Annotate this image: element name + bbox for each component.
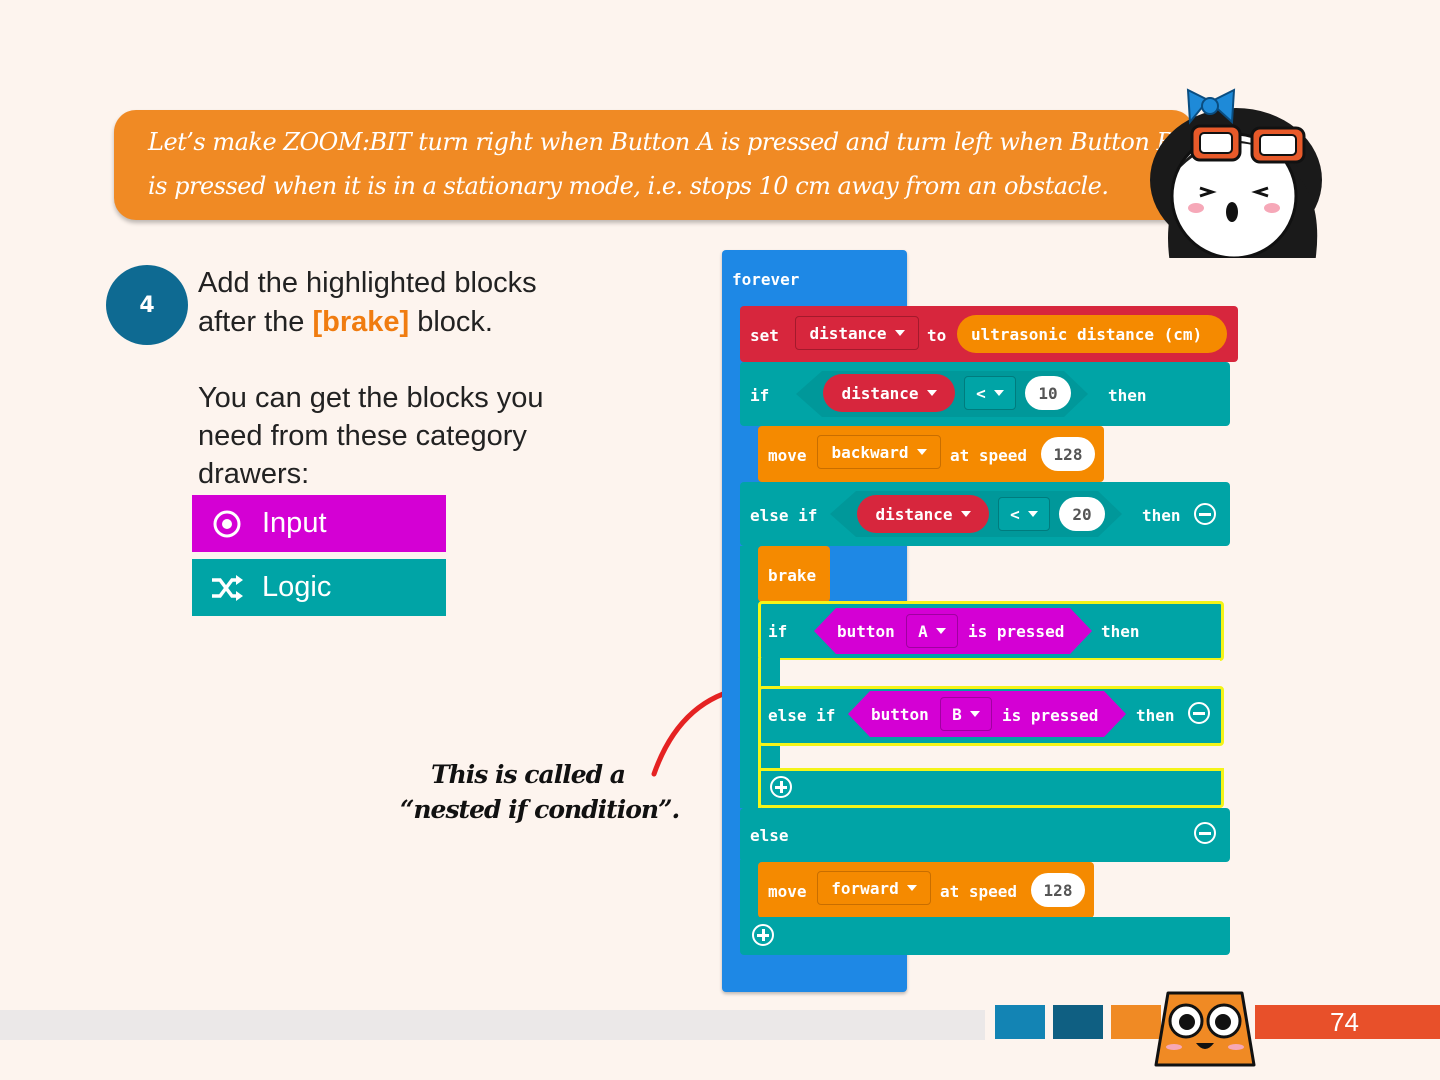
banner-line-1: Let’s make ZOOM:BIT turn right when Butt… bbox=[148, 128, 1174, 156]
footer-swatch-2 bbox=[1053, 1005, 1103, 1039]
else-label: else bbox=[750, 826, 789, 845]
operator-dropdown-2[interactable]: < bbox=[998, 497, 1050, 531]
button-a-dropdown[interactable]: A bbox=[906, 614, 958, 648]
operator-dropdown-1[interactable]: < bbox=[964, 376, 1016, 410]
step-paragraph-line-2: need from these category bbox=[198, 420, 527, 452]
else-if-label-2: else if bbox=[768, 706, 836, 725]
set-label: set bbox=[750, 326, 779, 345]
page-number: 74 bbox=[1330, 1007, 1359, 1037]
else-if-body-arm bbox=[740, 546, 760, 808]
callout-line-1: This is called a bbox=[430, 760, 626, 789]
direction-dropdown-backward[interactable]: backward bbox=[817, 435, 941, 469]
button-b-dropdown[interactable]: B bbox=[940, 697, 992, 731]
banner-line-2: is pressed when it is in a stationary mo… bbox=[148, 172, 1109, 200]
if-footer bbox=[740, 917, 1230, 955]
value-10[interactable]: 10 bbox=[1025, 376, 1071, 410]
then-label-1: then bbox=[1108, 386, 1147, 405]
step-paragraph-line-3: drawers: bbox=[198, 458, 310, 490]
distance-reporter-2[interactable]: distance bbox=[857, 495, 989, 533]
to-label: to bbox=[927, 326, 947, 345]
category-input[interactable]: Input bbox=[192, 495, 446, 552]
remove-else-if-icon[interactable] bbox=[1194, 503, 1216, 525]
add-nested-branch-icon[interactable] bbox=[770, 776, 792, 798]
distance-variable-dropdown[interactable]: distance bbox=[795, 316, 919, 350]
move-label-1: move bbox=[768, 446, 807, 465]
direction-dropdown-forward[interactable]: forward bbox=[817, 871, 931, 905]
then-label-2: then bbox=[1142, 506, 1181, 525]
category-input-label: Input bbox=[262, 507, 327, 539]
else-body-arm bbox=[740, 860, 760, 920]
at-speed-label-2: at speed bbox=[940, 882, 1018, 901]
if-label: if bbox=[750, 386, 770, 405]
speed-value-2[interactable]: 128 bbox=[1031, 873, 1085, 907]
is-pressed-label-b: is pressed bbox=[1002, 706, 1099, 725]
robot-mascot-icon bbox=[1154, 991, 1256, 1067]
shuffle-icon bbox=[192, 574, 262, 602]
step-instruction-line-1: Add the highlighted blocks bbox=[198, 267, 537, 299]
remove-nested-else-if-icon[interactable] bbox=[1188, 702, 1210, 724]
forever-label: forever bbox=[732, 270, 800, 289]
then-label-4: then bbox=[1136, 706, 1175, 725]
then-label-3: then bbox=[1101, 622, 1140, 641]
brake-keyword: [brake] bbox=[312, 306, 410, 338]
nested-if-label: if bbox=[768, 622, 788, 641]
add-branch-icon[interactable] bbox=[752, 924, 774, 946]
callout-line-2: “nested if condition”. bbox=[400, 795, 680, 824]
footer-swatch-1 bbox=[995, 1005, 1045, 1039]
at-speed-label-1: at speed bbox=[950, 446, 1028, 465]
target-icon bbox=[192, 509, 262, 539]
category-logic[interactable]: Logic bbox=[192, 559, 446, 616]
category-logic-label: Logic bbox=[262, 571, 332, 603]
instruction-banner bbox=[114, 110, 1194, 220]
is-pressed-label-a: is pressed bbox=[968, 622, 1065, 641]
step-instruction-line-2: after the [brake] block. bbox=[198, 306, 493, 338]
move-label-2: move bbox=[768, 882, 807, 901]
step-paragraph-line-1: You can get the blocks you bbox=[198, 382, 544, 414]
ultrasonic-distance-block[interactable]: ultrasonic distance (cm) bbox=[957, 315, 1227, 353]
page-footer-bar bbox=[0, 1010, 985, 1040]
remove-else-icon[interactable] bbox=[1194, 822, 1216, 844]
step-number-badge: 4 bbox=[106, 265, 188, 345]
brake-label: brake bbox=[768, 566, 817, 585]
nested-else-if-slot bbox=[780, 746, 1220, 770]
distance-reporter-1[interactable]: distance bbox=[823, 374, 955, 412]
value-20[interactable]: 20 bbox=[1059, 497, 1105, 531]
nested-if-slot bbox=[780, 660, 1220, 688]
speed-value-1[interactable]: 128 bbox=[1041, 437, 1095, 471]
else-block[interactable] bbox=[740, 808, 1230, 862]
else-if-label-1: else if bbox=[750, 506, 818, 525]
girl-mascot-icon bbox=[1150, 88, 1322, 258]
nested-if-footer bbox=[758, 768, 1224, 808]
